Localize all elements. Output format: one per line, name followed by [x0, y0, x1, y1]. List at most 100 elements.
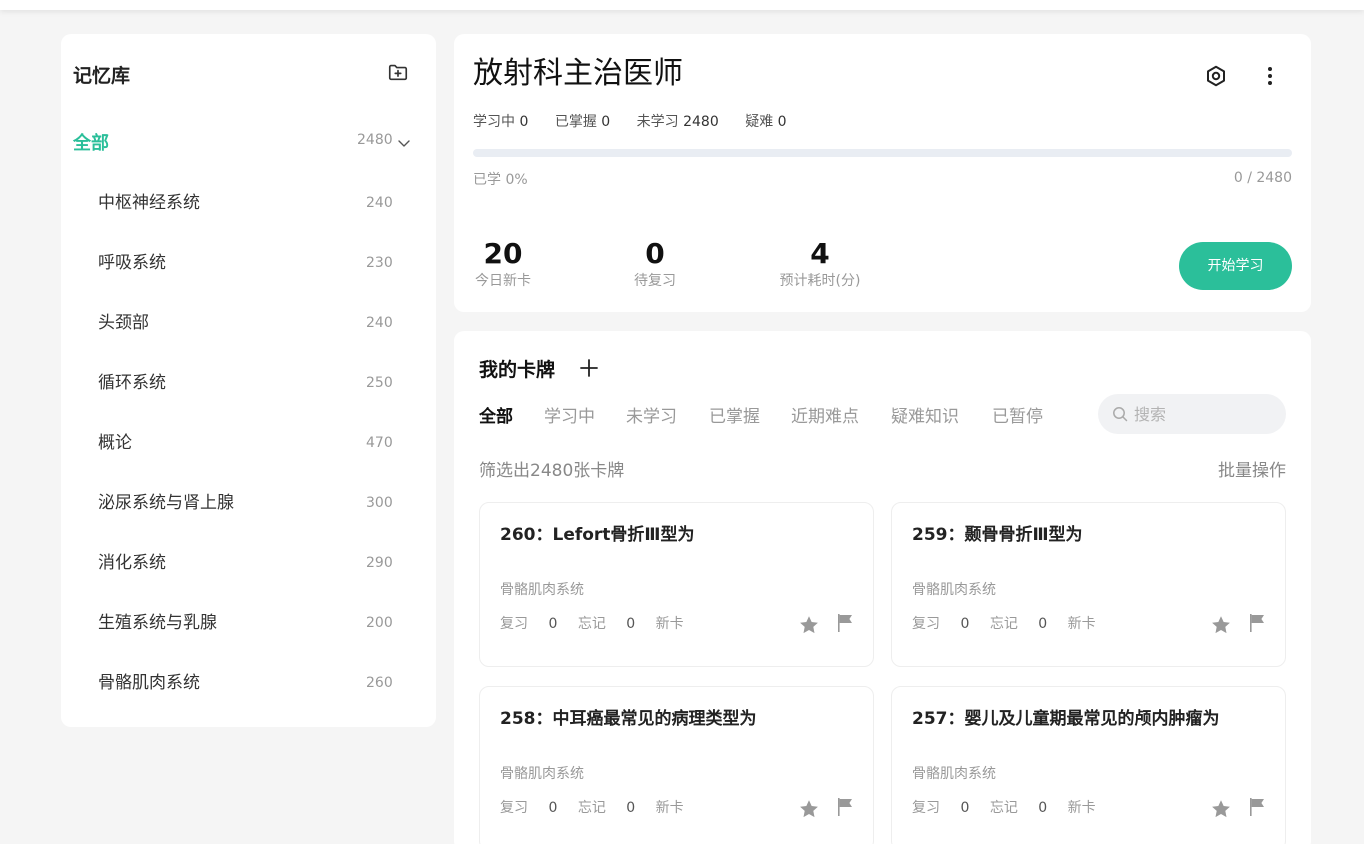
forget-label: 忘记: [577, 800, 606, 816]
flag-icon[interactable]: [836, 797, 854, 817]
sidebar-all-count: 2480: [357, 132, 393, 148]
card-meta: 复习 0 忘记 0 新卡: [500, 798, 700, 818]
tab-paused[interactable]: 已暂停: [992, 405, 1043, 429]
tab-all[interactable]: 全部: [479, 405, 513, 429]
search-icon: [1113, 407, 1128, 422]
forget-stat: 忘记 0: [578, 800, 635, 816]
sidebar-item-digestive[interactable]: 消化系统 290: [61, 543, 436, 583]
card-category: 骨骼肌肉系统: [912, 766, 996, 782]
stat-value: 2480: [683, 114, 719, 130]
metric-caption: 待复习: [634, 273, 676, 289]
sidebar-item-label: 泌尿系统与肾上腺: [98, 493, 234, 513]
add-card-icon[interactable]: [579, 358, 599, 378]
card-title: 260：Lefort骨折Ⅲ型为: [500, 525, 695, 545]
deck-header-card: 放射科主治医师 学习中 0 已掌握 0 未学习 2480 疑难 0 已学 0% …: [454, 34, 1311, 312]
forget-count: 0: [626, 616, 636, 632]
sidebar-item-label: 头颈部: [98, 313, 149, 333]
card-item[interactable]: 259：颞骨骨折Ⅲ型为 骨骼肌肉系统 复习 0 忘记 0 新卡: [891, 502, 1286, 667]
card-meta: 复习 0 忘记 0 新卡: [912, 798, 1112, 818]
metric-value: 20: [483, 237, 523, 270]
sidebar-item-reproductive[interactable]: 生殖系统与乳腺 200: [61, 603, 436, 643]
start-study-button[interactable]: 开始学习: [1179, 242, 1292, 290]
review-stat: 复习 0: [912, 800, 969, 816]
card-title: 257：婴儿及儿童期最常见的颅内肿瘤为: [912, 709, 1220, 729]
batch-operation-link[interactable]: 批量操作: [1218, 459, 1286, 483]
sidebar-item-label: 骨骼肌肉系统: [98, 673, 200, 693]
tab-difficult-knowledge[interactable]: 疑难知识: [891, 405, 959, 429]
flag-icon[interactable]: [836, 613, 854, 633]
more-options-icon[interactable]: [1260, 64, 1280, 88]
stat-learning: 学习中 0: [473, 114, 528, 130]
card-category: 骨骼肌肉系统: [500, 582, 584, 598]
card-title: 258：中耳癌最常见的病理类型为: [500, 709, 757, 729]
filter-result-text: 筛选出2480张卡牌: [479, 461, 625, 481]
flag-icon[interactable]: [1248, 797, 1266, 817]
deck-title: 放射科主治医师: [473, 56, 683, 91]
card-status: 新卡: [1067, 616, 1096, 632]
review-label: 复习: [912, 800, 940, 816]
learned-ratio: 0 / 2480: [1233, 170, 1292, 186]
star-icon[interactable]: [1210, 614, 1232, 636]
star-icon[interactable]: [798, 614, 820, 636]
search-input[interactable]: [1134, 394, 1274, 434]
review-count: 0: [960, 616, 970, 632]
deck-sidebar: 记忆库 全部 2480 中枢神经系统 240 呼吸系统 230 头颈部 240 …: [61, 34, 436, 727]
sidebar-item-label: 循环系统: [98, 373, 166, 393]
sidebar-item-cns[interactable]: 中枢神经系统 240: [61, 183, 436, 223]
sidebar-item-head-neck[interactable]: 头颈部 240: [61, 303, 436, 343]
tab-unlearned[interactable]: 未学习: [626, 405, 677, 429]
metric-caption: 预计耗时(分): [779, 273, 861, 289]
tab-mastered[interactable]: 已掌握: [709, 405, 760, 429]
card-item[interactable]: 257：婴儿及儿童期最常见的颅内肿瘤为 骨骼肌肉系统 复习 0 忘记 0 新卡: [891, 686, 1286, 844]
sidebar-title: 记忆库: [73, 65, 131, 87]
forget-label: 忘记: [577, 616, 606, 632]
tab-recent-difficult[interactable]: 近期难点: [791, 405, 859, 429]
metric-value: 0: [645, 237, 665, 270]
metric-new-cards: 20 今日新卡: [473, 238, 533, 290]
sidebar-item-overview[interactable]: 概论 470: [61, 423, 436, 463]
progress-bar: [473, 149, 1292, 157]
card-meta: 复习 0 忘记 0 新卡: [912, 614, 1112, 634]
sidebar-item-label: 中枢神经系统: [98, 193, 200, 213]
metric-caption: 今日新卡: [475, 273, 531, 289]
sidebar-item-urinary[interactable]: 泌尿系统与肾上腺 300: [61, 483, 436, 523]
sidebar-all-label: 全部: [73, 133, 109, 154]
stat-label: 学习中: [473, 114, 515, 130]
forget-stat: 忘记 0: [990, 800, 1047, 816]
card-item[interactable]: 258：中耳癌最常见的病理类型为 骨骼肌肉系统 复习 0 忘记 0 新卡: [479, 686, 874, 844]
stat-unlearned: 未学习 2480: [637, 114, 719, 130]
card-item[interactable]: 260：Lefort骨折Ⅲ型为 骨骼肌肉系统 复习 0 忘记 0 新卡: [479, 502, 874, 667]
deck-stats: 学习中 0 已掌握 0 未学习 2480 疑难 0: [473, 112, 809, 132]
tab-learning[interactable]: 学习中: [544, 405, 595, 429]
my-cards-panel: 我的卡牌 全部 学习中 未学习 已掌握 近期难点 疑难知识 已暂停 筛选出248…: [454, 331, 1311, 844]
add-folder-icon[interactable]: [387, 61, 409, 83]
sidebar-item-count: 240: [366, 315, 393, 331]
sidebar-item-count: 260: [366, 675, 393, 691]
sidebar-item-label: 消化系统: [98, 553, 166, 573]
stat-value: 0: [519, 114, 529, 130]
sidebar-item-musculoskeletal[interactable]: 骨骼肌肉系统 260: [61, 663, 436, 703]
review-count: 0: [548, 616, 558, 632]
search-box: [1098, 394, 1286, 434]
star-icon[interactable]: [798, 798, 820, 820]
sidebar-item-label: 概论: [98, 433, 132, 453]
forget-count: 0: [1038, 800, 1048, 816]
stat-label: 已掌握: [554, 114, 597, 130]
sidebar-item-label: 生殖系统与乳腺: [98, 613, 217, 633]
forget-stat: 忘记 0: [578, 616, 635, 632]
sidebar-item-count: 200: [366, 615, 393, 631]
sidebar-item-count: 230: [366, 255, 393, 271]
card-status: 新卡: [655, 616, 684, 632]
settings-icon[interactable]: [1204, 64, 1228, 88]
metric-due-review: 0 待复习: [625, 238, 685, 290]
review-stat: 复习 0: [500, 800, 557, 816]
sidebar-item-circulatory[interactable]: 循环系统 250: [61, 363, 436, 403]
star-icon[interactable]: [1210, 798, 1232, 820]
review-label: 复习: [912, 616, 940, 632]
card-category: 骨骼肌肉系统: [500, 766, 584, 782]
chevron-down-icon[interactable]: [397, 136, 411, 150]
flag-icon[interactable]: [1248, 613, 1266, 633]
stat-difficult: 疑难 0: [745, 114, 786, 130]
sidebar-item-respiratory[interactable]: 呼吸系统 230: [61, 243, 436, 283]
sidebar-item-count: 300: [366, 495, 393, 511]
